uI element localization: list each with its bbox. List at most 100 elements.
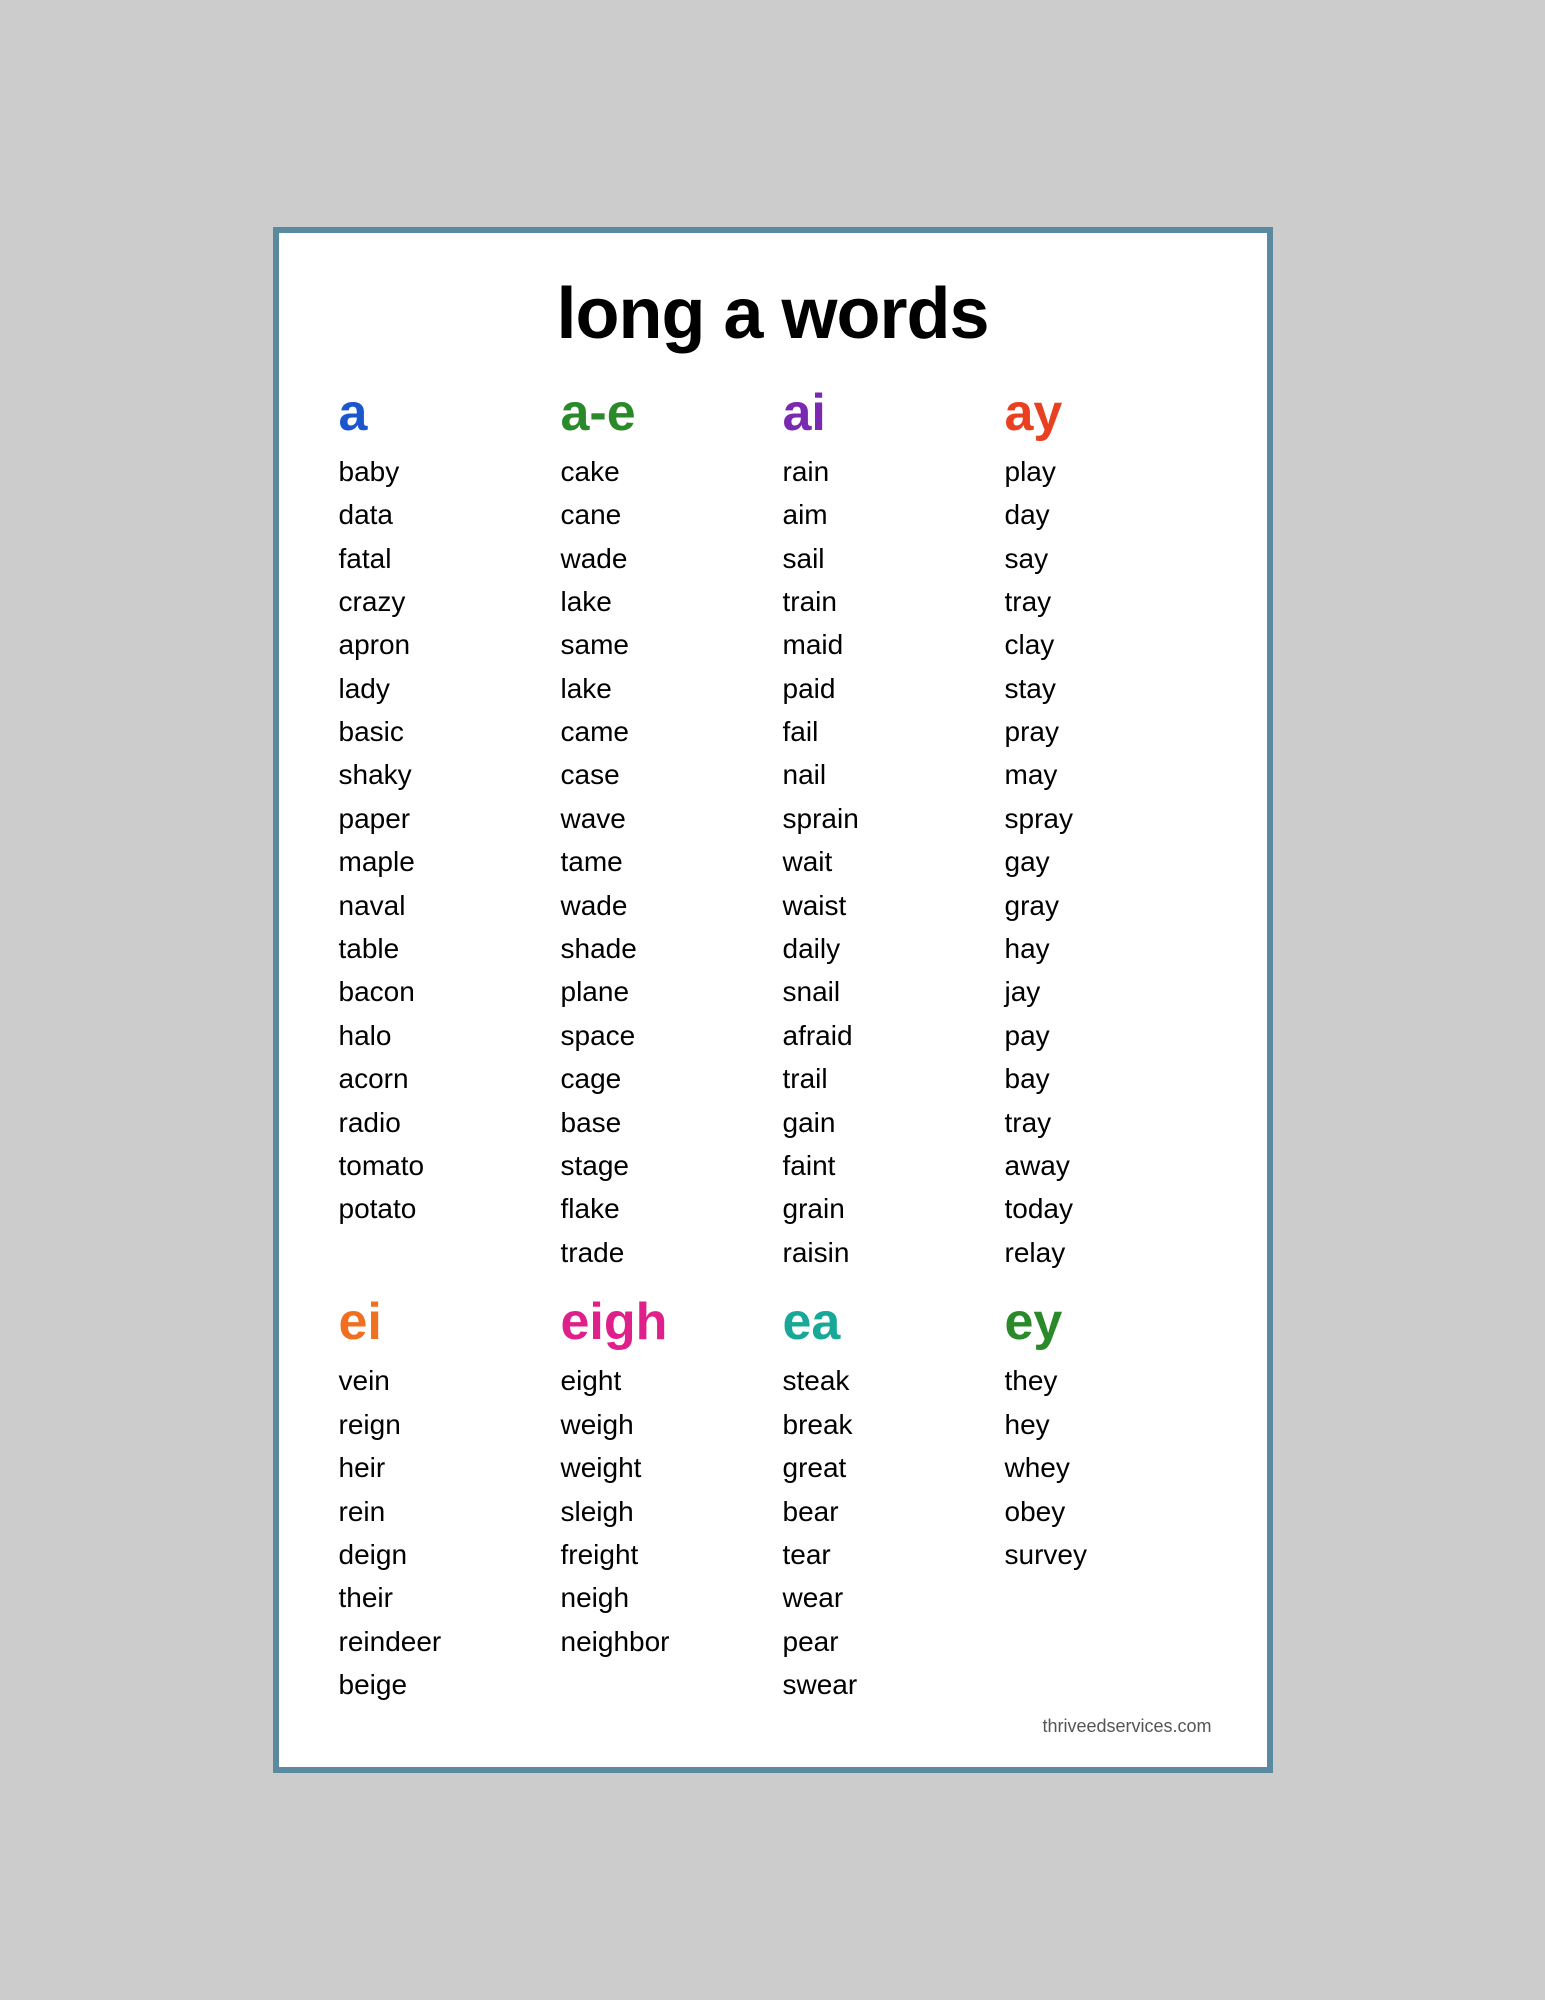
word: trail: [783, 1057, 985, 1100]
word: tear: [783, 1533, 985, 1576]
word: case: [561, 753, 763, 796]
header-ey: ey: [1005, 1294, 1207, 1351]
word: raisin: [783, 1231, 985, 1274]
wordlist-ea: steak break great bear tear wear pear sw…: [783, 1359, 985, 1706]
word: clay: [1005, 623, 1207, 666]
word: deign: [339, 1533, 541, 1576]
word: say: [1005, 537, 1207, 580]
word: wade: [561, 537, 763, 580]
word: naval: [339, 884, 541, 927]
word: same: [561, 623, 763, 666]
word: wave: [561, 797, 763, 840]
word: space: [561, 1014, 763, 1057]
word: heir: [339, 1446, 541, 1489]
word: tray: [1005, 1101, 1207, 1144]
word: halo: [339, 1014, 541, 1057]
word: base: [561, 1101, 763, 1144]
word: table: [339, 927, 541, 970]
word: potato: [339, 1187, 541, 1230]
word: steak: [783, 1359, 985, 1402]
column-ei: ei vein reign heir rein deign their rein…: [329, 1294, 551, 1706]
word: lake: [561, 667, 763, 710]
word: fatal: [339, 537, 541, 580]
word: great: [783, 1446, 985, 1489]
word: vein: [339, 1359, 541, 1402]
word: basic: [339, 710, 541, 753]
word: apron: [339, 623, 541, 666]
word: crazy: [339, 580, 541, 623]
word: shade: [561, 927, 763, 970]
column-ay: ay play day say tray clay stay pray may …: [995, 385, 1217, 1275]
word: today: [1005, 1187, 1207, 1230]
word: weigh: [561, 1403, 763, 1446]
column-ai: ai rain aim sail train maid paid fail na…: [773, 385, 995, 1275]
word: shaky: [339, 753, 541, 796]
word: lady: [339, 667, 541, 710]
word: maple: [339, 840, 541, 883]
word: train: [783, 580, 985, 623]
word: plane: [561, 970, 763, 1013]
word: away: [1005, 1144, 1207, 1187]
word: rain: [783, 450, 985, 493]
word: tomato: [339, 1144, 541, 1187]
word: sail: [783, 537, 985, 580]
header-a: a: [339, 385, 541, 442]
word: eight: [561, 1359, 763, 1402]
word: daily: [783, 927, 985, 970]
word: hay: [1005, 927, 1207, 970]
word: bear: [783, 1490, 985, 1533]
word: bay: [1005, 1057, 1207, 1100]
column-a: a baby data fatal crazy apron lady basic…: [329, 385, 551, 1275]
word: radio: [339, 1101, 541, 1144]
bottom-columns: ei vein reign heir rein deign their rein…: [329, 1294, 1217, 1706]
header-ay: ay: [1005, 385, 1207, 442]
word: neighbor: [561, 1620, 763, 1663]
word: came: [561, 710, 763, 753]
header-ae: a-e: [561, 385, 763, 442]
column-eigh: eigh eight weigh weight sleigh freight n…: [551, 1294, 773, 1706]
word: stage: [561, 1144, 763, 1187]
column-ae: a-e cake cane wade lake same lake came c…: [551, 385, 773, 1275]
word: reindeer: [339, 1620, 541, 1663]
word: flake: [561, 1187, 763, 1230]
word: relay: [1005, 1231, 1207, 1274]
word: afraid: [783, 1014, 985, 1057]
word: paper: [339, 797, 541, 840]
word: tame: [561, 840, 763, 883]
header-eigh: eigh: [561, 1294, 763, 1351]
word: faint: [783, 1144, 985, 1187]
word: waist: [783, 884, 985, 927]
wordlist-ae: cake cane wade lake same lake came case …: [561, 450, 763, 1274]
word: reign: [339, 1403, 541, 1446]
word: gray: [1005, 884, 1207, 927]
word: acorn: [339, 1057, 541, 1100]
wordlist-ai: rain aim sail train maid paid fail nail …: [783, 450, 985, 1274]
header-ei: ei: [339, 1294, 541, 1351]
word: day: [1005, 493, 1207, 536]
word: obey: [1005, 1490, 1207, 1533]
header-ai: ai: [783, 385, 985, 442]
word: swear: [783, 1663, 985, 1706]
word: hey: [1005, 1403, 1207, 1446]
word: snail: [783, 970, 985, 1013]
word: stay: [1005, 667, 1207, 710]
word: cage: [561, 1057, 763, 1100]
footer-text: thriveedservices.com: [329, 1716, 1217, 1737]
wordlist-a: baby data fatal crazy apron lady basic s…: [339, 450, 541, 1231]
column-ey: ey they hey whey obey survey: [995, 1294, 1217, 1706]
wordlist-eigh: eight weigh weight sleigh freight neigh …: [561, 1359, 763, 1663]
word: neigh: [561, 1576, 763, 1619]
wordlist-ey: they hey whey obey survey: [1005, 1359, 1207, 1576]
word: pray: [1005, 710, 1207, 753]
word: data: [339, 493, 541, 536]
word: maid: [783, 623, 985, 666]
wordlist-ei: vein reign heir rein deign their reindee…: [339, 1359, 541, 1706]
word: lake: [561, 580, 763, 623]
word: pay: [1005, 1014, 1207, 1057]
word: pear: [783, 1620, 985, 1663]
column-ea: ea steak break great bear tear wear pear…: [773, 1294, 995, 1706]
word: may: [1005, 753, 1207, 796]
word: trade: [561, 1231, 763, 1274]
header-ea: ea: [783, 1294, 985, 1351]
word: sprain: [783, 797, 985, 840]
